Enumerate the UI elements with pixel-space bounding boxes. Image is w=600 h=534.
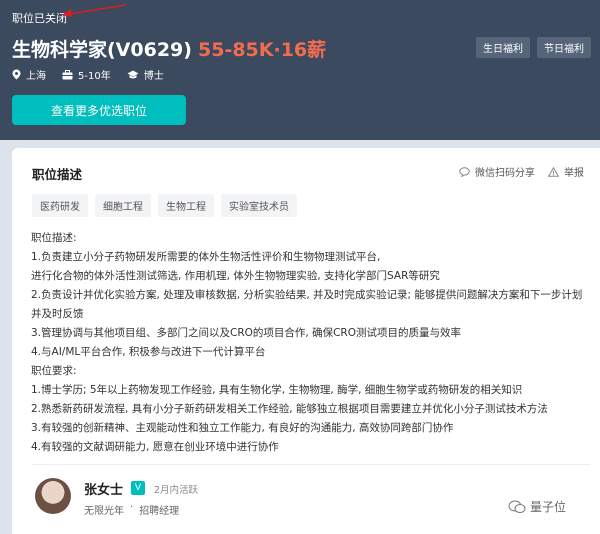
graduation-cap-icon xyxy=(127,70,139,78)
skill-tag[interactable]: 实验室技术员 xyxy=(221,194,297,217)
share-label: 微信扫码分享 xyxy=(475,168,535,179)
report-label: 举报 xyxy=(564,168,584,179)
recruiter-name: 张女士 xyxy=(84,483,124,498)
job-meta: 上海 5-10年 博士 xyxy=(12,67,164,82)
job-detail-card: 职位描述 微信扫码分享 举报 医药研发 细胞工程 生物工程 实验室技术员 职位描… xyxy=(12,148,600,534)
section-title: 职位描述 xyxy=(32,167,83,182)
recruiter-role: 招聘经理 xyxy=(139,506,180,517)
separator-dot: · xyxy=(130,502,134,513)
more-jobs-button[interactable]: 查看更多优选职位 xyxy=(12,95,186,125)
divider xyxy=(32,464,590,465)
description-line: 2.负责设计并优化实验方案, 处理及审核数据, 分析实验结果, 并及时完成实验记… xyxy=(31,289,583,301)
verified-badge-icon: V xyxy=(131,481,145,495)
description-line: 1.博士学历; 5年以上药物发现工作经验, 具有生物化学, 生物物理, 酶学, … xyxy=(31,384,523,396)
location-item: 上海 xyxy=(12,67,46,82)
description-line: 职位要求: xyxy=(31,365,77,377)
briefcase-icon xyxy=(62,69,73,79)
watermark: 量子位 xyxy=(508,498,566,515)
description-line: 4.有较强的文献调研能力, 愿意在创业环境中进行协作 xyxy=(31,441,279,453)
skill-tags: 医药研发 细胞工程 生物工程 实验室技术员 xyxy=(32,194,297,217)
location-text: 上海 xyxy=(26,71,46,82)
degree-item: 博士 xyxy=(127,67,164,82)
wechat-share-link[interactable]: 微信扫码分享 xyxy=(459,164,535,179)
salary-text: 55-85K·16薪 xyxy=(198,39,327,61)
job-status-text: 职位已关闭 xyxy=(12,12,67,25)
description-line: 4.与AI/ML平台合作, 积极参与改进下一代计算平台 xyxy=(31,346,266,358)
benefit-tag: 生日福利 xyxy=(476,37,530,58)
experience-text: 5-10年 xyxy=(78,71,111,82)
recruiter-company: 无限光年 · 招聘经理 xyxy=(84,502,179,517)
description-line: 1.负责建立小分子药物研发所需要的体外生物活性评价和生物物理测试平台, xyxy=(31,251,381,263)
benefit-tag: 节日福利 xyxy=(537,37,591,58)
location-pin-icon xyxy=(12,69,21,80)
description-line: 3.管理协调与其他项目组、多部门之间以及CRO的项目合作, 确保CRO测试项目的… xyxy=(31,327,461,339)
red-arrow-annotation xyxy=(62,4,127,17)
recruiter-avatar[interactable] xyxy=(35,478,71,514)
skill-tag[interactable]: 医药研发 xyxy=(32,194,88,217)
degree-text: 博士 xyxy=(143,71,164,82)
skill-tag[interactable]: 细胞工程 xyxy=(95,194,151,217)
warning-icon xyxy=(548,166,559,177)
watermark-text: 量子位 xyxy=(530,500,567,514)
job-title: 生物科学家(V0629) xyxy=(12,39,192,61)
description-line: 并及时反馈 xyxy=(31,308,84,320)
skill-tag[interactable]: 生物工程 xyxy=(158,194,214,217)
benefits-list: 生日福利 节日福利 xyxy=(476,37,591,58)
description-line: 3.有较强的创新精神、主观能动性和独立工作能力, 有良好的沟通能力, 高效协同跨… xyxy=(31,422,454,434)
report-link[interactable]: 举报 xyxy=(548,164,584,179)
wechat-logo-icon xyxy=(508,500,526,513)
description-line: 进行化合物的体外活性测试筛选, 作用机理, 体外生物物理实验, 支持化学部门SA… xyxy=(31,270,440,282)
description-line: 2.熟悉新药研发流程, 具有小分子新药研发相关工作经验, 能够独立根据项目需要建… xyxy=(31,403,548,415)
company-name: 无限光年 xyxy=(84,506,124,517)
recruiter-active-status: 2月内活跃 xyxy=(154,485,199,496)
job-header: 职位已关闭 生物科学家(V0629) 55-85K·16薪 生日福利 节日福利 … xyxy=(0,0,600,140)
chat-bubble-icon xyxy=(459,166,470,177)
experience-item: 5-10年 xyxy=(62,67,111,82)
job-description: 职位描述: 1.负责建立小分子药物研发所需要的体外生物活性评价和生物物理测试平台… xyxy=(31,229,593,457)
description-line: 职位描述: xyxy=(31,232,77,244)
